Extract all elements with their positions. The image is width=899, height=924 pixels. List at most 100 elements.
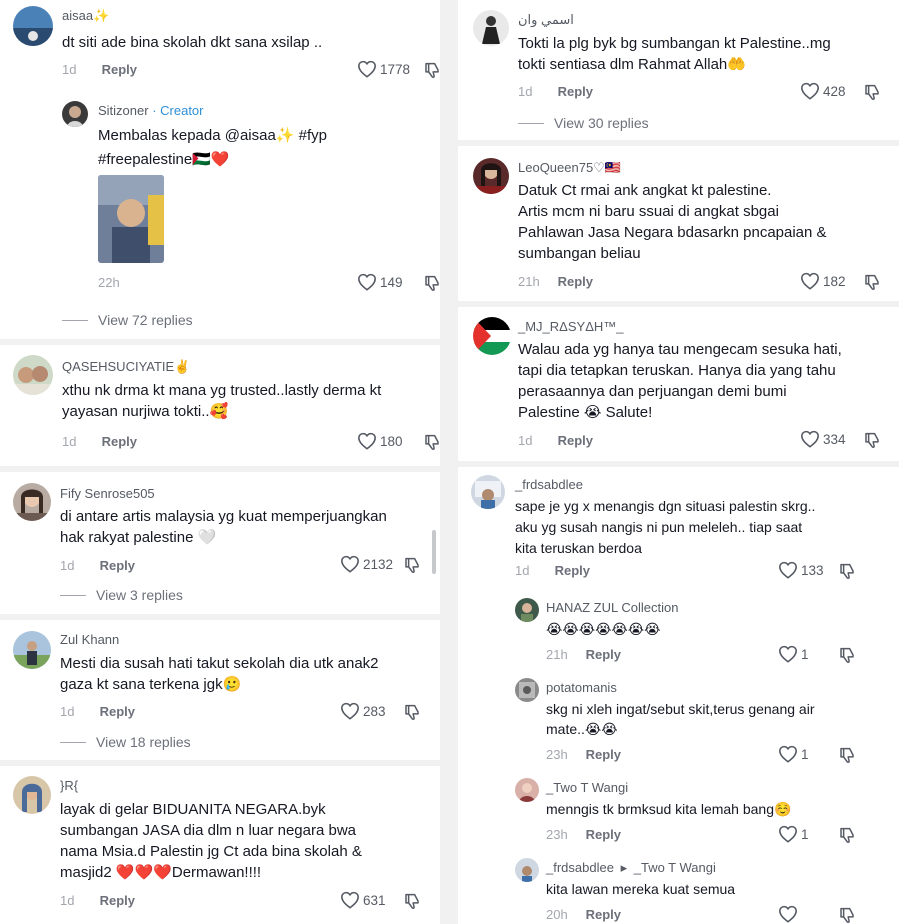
comment-time: 22h (98, 275, 120, 290)
avatar[interactable] (62, 101, 88, 127)
reply-button[interactable]: Reply (100, 893, 135, 908)
like-count: 2132 (363, 556, 394, 572)
comment-username[interactable]: potatomanis (546, 680, 617, 695)
like-button[interactable]: 182 (800, 272, 846, 290)
dislike-button[interactable] (838, 906, 856, 924)
reply-button[interactable]: Reply (102, 434, 137, 449)
like-button[interactable]: 428 (800, 82, 846, 100)
like-button[interactable]: 1 (778, 745, 809, 763)
like-button[interactable]: 149 (357, 273, 403, 291)
thumb-down-icon (423, 61, 440, 79)
dislike-button[interactable] (403, 703, 421, 721)
dislike-button[interactable] (838, 826, 856, 844)
avatar[interactable] (515, 858, 539, 882)
dislike-button[interactable] (403, 556, 421, 574)
reply-button[interactable]: Reply (102, 62, 137, 77)
view-replies-button[interactable]: View 3 replies (60, 587, 183, 603)
like-button[interactable]: 334 (800, 430, 846, 448)
video-thumbnail[interactable] (98, 175, 164, 263)
avatar[interactable] (13, 776, 51, 814)
view-replies-label: View 18 replies (96, 734, 191, 750)
reply-button[interactable]: Reply (555, 563, 590, 578)
comment-username[interactable]: LeoQueen75♡🇲🇾 (518, 160, 621, 176)
thumb-down-icon (423, 433, 440, 451)
comment-username[interactable]: Fify Senrose505 (60, 486, 155, 501)
dislike-button[interactable] (423, 433, 440, 451)
creator-name[interactable]: Sitizoner (98, 103, 149, 118)
dislike-button[interactable] (838, 562, 856, 580)
heart-outline-icon (778, 825, 798, 843)
avatar[interactable] (515, 598, 539, 622)
comment-time: 1d (62, 62, 77, 77)
like-button[interactable]: 1778 (357, 60, 410, 78)
comment-username[interactable]: QASEHSUCIYATIE✌️ (62, 359, 190, 375)
dislike-button[interactable] (863, 431, 881, 449)
like-button[interactable]: 631 (340, 891, 386, 909)
comment-text reply-text: sape je yg x menangis dgn situasi palest… (515, 498, 816, 556)
reply-button[interactable]: Reply (586, 647, 621, 662)
comment-username[interactable]: _frdsabdlee (515, 477, 583, 492)
view-replies-button[interactable]: View 18 replies (60, 734, 191, 750)
like-button[interactable]: 283 (340, 702, 386, 720)
like-button[interactable] (778, 905, 801, 923)
comment-username[interactable]: _MJ_RΔSYΔH™_ (518, 319, 624, 334)
comment-text: kita lawan mereka kuat semua (546, 881, 736, 897)
reply-button[interactable]: Reply (558, 84, 593, 99)
like-button[interactable]: 133 (778, 561, 824, 579)
thumb-down-icon (403, 892, 421, 910)
avatar[interactable] (13, 6, 53, 46)
comment-username[interactable]: _Two T Wangi (546, 780, 628, 795)
reply-button[interactable]: Reply (586, 827, 621, 842)
avatar[interactable] (471, 475, 505, 509)
reply-button[interactable]: Reply (586, 907, 621, 922)
like-count: 1 (801, 746, 809, 762)
avatar[interactable] (515, 778, 539, 802)
avatar[interactable] (515, 678, 539, 702)
dislike-button[interactable] (423, 61, 440, 79)
reply-target[interactable]: _Two T Wangi (634, 860, 716, 875)
dislike-button[interactable] (863, 83, 881, 101)
comment-username[interactable]: }R{ (60, 778, 78, 793)
comment-username[interactable]: اسمي وان (518, 12, 574, 28)
reply-hanaz-zul: HANAZ ZUL Collection 😭😭😭😭😭😭😭 21h Reply 1 (458, 592, 899, 672)
dislike-button[interactable] (423, 274, 440, 292)
comment-username[interactable]: Sitizoner · Creator (98, 103, 204, 118)
comment-time: 21h (518, 274, 540, 289)
dislike-button[interactable] (403, 892, 421, 910)
reply-button[interactable]: Reply (586, 747, 621, 762)
comment-username[interactable]: aisaa✨ (62, 8, 109, 24)
avatar[interactable] (473, 10, 509, 46)
avatar[interactable] (473, 158, 509, 194)
like-button[interactable]: 1 (778, 645, 809, 663)
comment-username[interactable]: Zul Khann (60, 632, 119, 647)
dislike-button[interactable] (838, 646, 856, 664)
comment-text: dt siti ade bina skolah dkt sana xsilap … (62, 34, 323, 51)
reply-button[interactable]: Reply (100, 558, 135, 573)
view-replies-button[interactable]: View 30 replies (518, 115, 649, 131)
avatar[interactable] (13, 483, 51, 521)
avatar[interactable] (13, 631, 51, 669)
like-button[interactable]: 2132 (340, 555, 393, 573)
divider-line (60, 594, 86, 596)
reply-button[interactable]: Reply (558, 433, 593, 448)
scrollbar[interactable] (432, 530, 436, 574)
right-comment-column: اسمي وان Tokti la plg byk bg sumbangan k… (458, 0, 899, 924)
comment-time: 1d (518, 84, 533, 99)
dislike-button[interactable] (863, 273, 881, 291)
comment-username[interactable]: _frdsabdlee ▸ _Two T Wangi (546, 860, 716, 876)
reply-author[interactable]: _frdsabdlee (546, 860, 614, 875)
avatar[interactable] (13, 355, 53, 395)
like-button[interactable]: 180 (357, 432, 403, 450)
heart-outline-icon (340, 702, 360, 720)
comment-time: 1d (515, 563, 530, 578)
like-button[interactable]: 1 (778, 825, 809, 843)
view-replies-button[interactable]: View 72 replies (62, 312, 193, 328)
comment-mj-rasyah: _MJ_RΔSYΔH™_ Walau ada yg hanya tau meng… (458, 307, 899, 462)
reply-button[interactable]: Reply (100, 704, 135, 719)
dislike-button[interactable] (838, 746, 856, 764)
comment-username[interactable]: HANAZ ZUL Collection (546, 600, 678, 615)
thumb-down-icon (423, 274, 440, 292)
heart-outline-icon (778, 745, 798, 763)
reply-button[interactable]: Reply (558, 274, 593, 289)
palestine-flag-avatar[interactable] (473, 317, 511, 355)
